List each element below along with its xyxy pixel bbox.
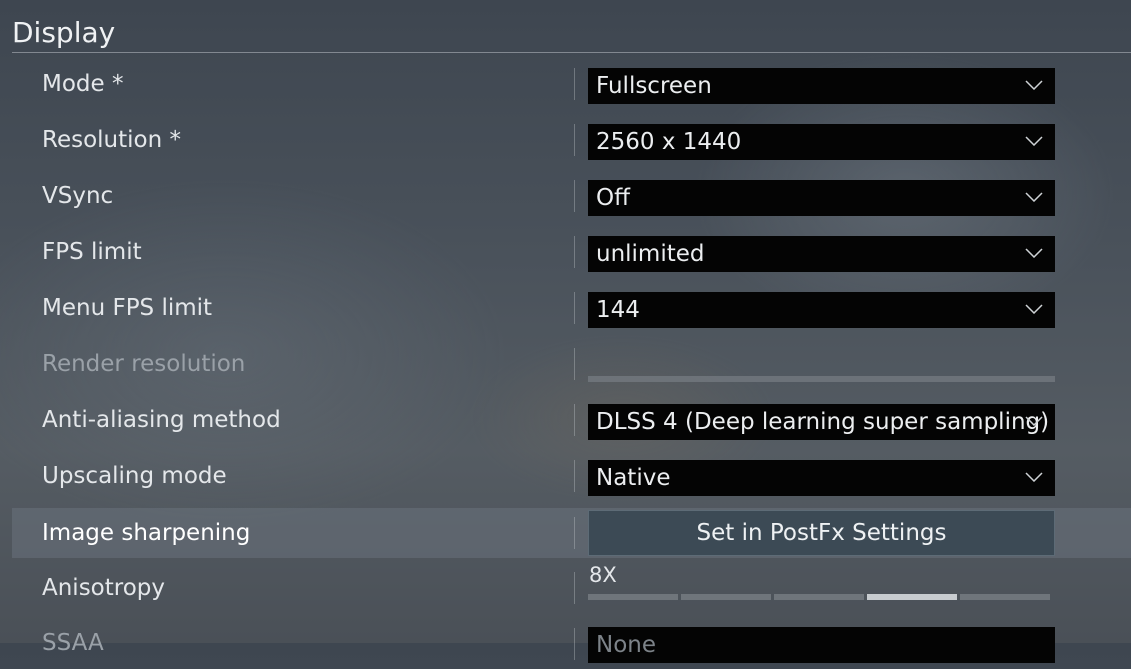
dropdown-value: None — [596, 632, 657, 658]
dropdown-value: 2560 x 1440 — [596, 129, 742, 155]
dropdown-value: Native — [596, 465, 671, 491]
chevron-down-icon — [1025, 416, 1043, 426]
resolution-dropdown[interactable]: 2560 x 1440 — [588, 124, 1055, 160]
row-separator — [574, 292, 575, 324]
row-separator — [574, 517, 575, 549]
ssaa-dropdown[interactable]: None — [588, 627, 1055, 663]
setting-row-menu-fps-limit: Menu FPS limit 144 — [12, 283, 1131, 333]
slider-step[interactable] — [588, 594, 678, 600]
chevron-down-icon — [1025, 80, 1043, 90]
slider-step[interactable] — [681, 594, 771, 600]
row-separator — [574, 572, 575, 604]
section-header: Display — [12, 14, 1131, 53]
section-title: Display — [12, 16, 116, 49]
anisotropy-slider[interactable] — [588, 594, 1052, 600]
setting-label-mode: Mode * — [42, 71, 124, 97]
setting-label-anisotropy: Anisotropy — [42, 575, 166, 601]
slider-step[interactable] — [867, 594, 957, 600]
chevron-down-icon — [1025, 192, 1043, 202]
setting-row-mode: Mode * Fullscreen — [12, 59, 1131, 109]
row-separator — [574, 68, 575, 100]
setting-label-vsync: VSync — [42, 183, 114, 209]
setting-label-upscaling-mode: Upscaling mode — [42, 463, 227, 489]
menu-fps-limit-dropdown[interactable]: 144 — [588, 292, 1055, 328]
setting-label-render-resolution: Render resolution — [42, 351, 246, 377]
chevron-down-icon — [1025, 248, 1043, 258]
row-separator — [574, 460, 575, 492]
row-separator — [574, 180, 575, 212]
setting-label-image-sharpening: Image sharpening — [42, 520, 251, 546]
chevron-down-icon — [1025, 136, 1043, 146]
mode-dropdown[interactable]: Fullscreen — [588, 68, 1055, 104]
upscaling-mode-dropdown[interactable]: Native — [588, 460, 1055, 496]
anti-aliasing-dropdown[interactable]: DLSS 4 (Deep learning super sampling) — [588, 404, 1055, 440]
setting-label-resolution: Resolution * — [42, 127, 181, 153]
setting-row-anti-aliasing: Anti-aliasing method DLSS 4 (Deep learni… — [12, 395, 1131, 445]
setting-row-anisotropy: Anisotropy 8X — [12, 563, 1131, 613]
setting-label-ssaa: SSAA — [42, 630, 104, 656]
chevron-down-icon — [1025, 304, 1043, 314]
anisotropy-value: 8X — [589, 563, 617, 587]
slider-step[interactable] — [774, 594, 864, 600]
setting-row-resolution: Resolution * 2560 x 1440 — [12, 115, 1131, 165]
vsync-dropdown[interactable]: Off — [588, 180, 1055, 216]
setting-row-fps-limit: FPS limit unlimited — [12, 227, 1131, 277]
row-separator — [574, 404, 575, 436]
setting-label-anti-aliasing: Anti-aliasing method — [42, 407, 281, 433]
dropdown-value: unlimited — [596, 241, 705, 267]
row-separator — [574, 236, 575, 268]
setting-label-fps-limit: FPS limit — [42, 239, 142, 265]
setting-row-ssaa: SSAA None — [12, 619, 1131, 669]
fps-limit-dropdown[interactable]: unlimited — [588, 236, 1055, 272]
chevron-down-icon — [1025, 472, 1043, 482]
dropdown-value: DLSS 4 (Deep learning super sampling) — [596, 409, 1050, 435]
setting-row-upscaling-mode: Upscaling mode Native — [12, 451, 1131, 501]
dropdown-value: 144 — [596, 297, 640, 323]
row-separator — [574, 628, 575, 660]
setting-row-render-resolution: Render resolution — [12, 339, 1131, 389]
row-separator — [574, 124, 575, 156]
postfx-settings-button[interactable]: Set in PostFx Settings — [588, 510, 1055, 556]
setting-row-image-sharpening: Image sharpening Set in PostFx Settings — [12, 508, 1131, 558]
dropdown-value: Fullscreen — [596, 73, 712, 99]
row-separator — [574, 348, 575, 380]
render-resolution-slider-disabled — [588, 376, 1055, 382]
slider-step[interactable] — [960, 594, 1050, 600]
dropdown-value: Off — [596, 185, 630, 211]
setting-label-menu-fps-limit: Menu FPS limit — [42, 295, 213, 321]
setting-row-vsync: VSync Off — [12, 171, 1131, 221]
